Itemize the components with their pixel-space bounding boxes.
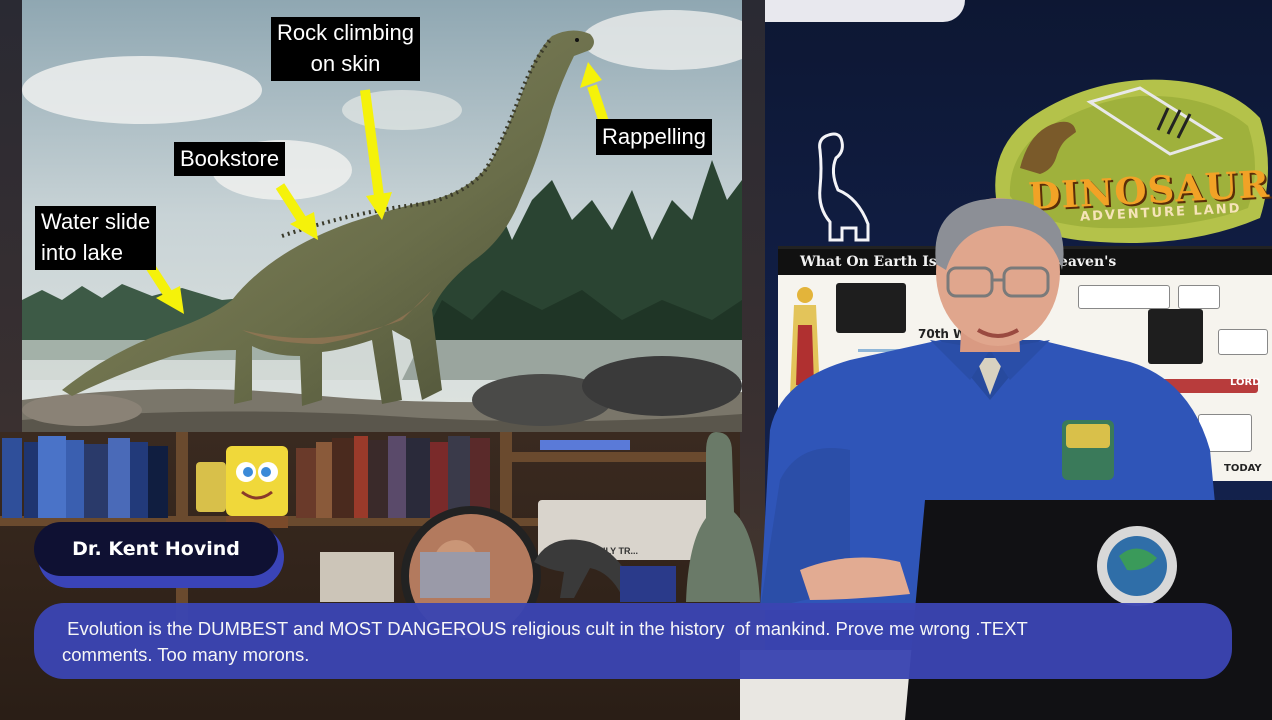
- book-row-left: [0, 434, 170, 518]
- callout-water-slide-line1: Water slide: [41, 209, 151, 234]
- callout-rock-climbing: Rock climbing on skin: [271, 17, 420, 81]
- backdrop-light-panel: [765, 0, 965, 22]
- book: [66, 440, 84, 518]
- caption-line-1: Evolution is the DUMBEST and MOST DANGER…: [62, 618, 1028, 639]
- book: [130, 442, 148, 518]
- box: [620, 566, 676, 602]
- callout-water-slide: Water slide into lake: [35, 206, 157, 270]
- book: [84, 444, 108, 518]
- box: [420, 552, 490, 598]
- box: [320, 552, 394, 602]
- book: [332, 438, 354, 518]
- book: [316, 442, 332, 518]
- book: [38, 436, 66, 518]
- book: [368, 440, 388, 518]
- book: [354, 436, 368, 518]
- book: [24, 442, 38, 518]
- box: [540, 440, 630, 450]
- book: [108, 438, 130, 518]
- dinosaur-slide: Rock climbing on skin Bookstore Rappelli…: [22, 0, 742, 432]
- caption-bar: Evolution is the DUMBEST and MOST DANGER…: [34, 603, 1232, 679]
- callout-water-slide-line2: into lake: [41, 240, 123, 265]
- book: [296, 448, 316, 518]
- book: [148, 446, 168, 518]
- callout-rock-climbing-line1: Rock climbing: [277, 20, 414, 45]
- dinosaur-figurine-tall: [686, 432, 760, 602]
- book: [2, 438, 22, 518]
- caption-line-2: comments. Too many morons.: [62, 644, 310, 665]
- speaker-nameplate: Dr. Kent Hovind: [34, 522, 278, 576]
- callout-rappelling: Rappelling: [596, 119, 712, 155]
- callout-bookstore: Bookstore: [174, 142, 286, 176]
- callout-rock-climbing-line2: on skin: [310, 51, 381, 76]
- caption-text: Evolution is the DUMBEST and MOST DANGER…: [62, 616, 1182, 668]
